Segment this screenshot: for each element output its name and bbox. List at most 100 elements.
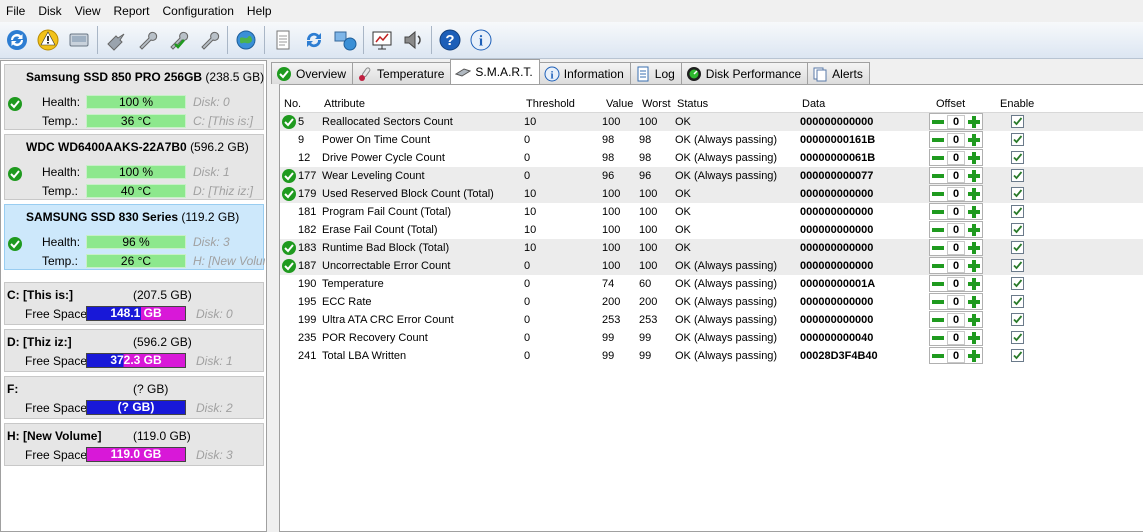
menu-file[interactable]: File [4,4,36,18]
plus-icon[interactable] [967,259,981,273]
enable-checkbox[interactable] [1011,187,1024,200]
menu-disk[interactable]: Disk [36,4,72,18]
minus-icon[interactable] [931,295,945,309]
table-row[interactable]: 177 Wear Leveling Count 0 96 96 OK (Always pa… [280,167,1143,185]
minus-icon[interactable] [931,169,945,183]
tab-alerts[interactable]: Alerts [807,62,870,84]
menu-configuration[interactable]: Configuration [161,4,245,18]
col-attribute[interactable]: Attribute [324,98,365,110]
col-offset[interactable]: Offset [936,98,965,110]
plus-icon[interactable] [967,169,981,183]
health-alert-icon[interactable] [34,26,62,54]
plus-icon[interactable] [967,133,981,147]
plus-icon[interactable] [967,313,981,327]
help-icon[interactable]: ? [436,26,464,54]
enable-checkbox[interactable] [1011,223,1024,236]
offset-value[interactable]: 0 [947,313,965,327]
table-row[interactable]: 235 POR Recovery Count 0 99 99 OK (Always pas… [280,329,1143,347]
drive-card-h[interactable]: H: [New Volume] (119.0 GB) Free Space 11… [4,423,264,466]
plus-icon[interactable] [967,223,981,237]
table-row[interactable]: 182 Erase Fail Count (Total) 10 100 100 OK 000… [280,221,1143,239]
col-worst[interactable]: Worst [642,98,671,110]
wrench-icon[interactable] [133,26,161,54]
minus-icon[interactable] [931,187,945,201]
plus-icon[interactable] [967,295,981,309]
tab-log[interactable]: Log [629,62,682,84]
minus-icon[interactable] [931,115,945,129]
enable-checkbox[interactable] [1011,151,1024,164]
disk-card-0[interactable]: Samsung SSD 850 PRO 256GB (238.5 GB) Hea… [4,64,264,130]
menu-report[interactable]: Report [111,4,160,18]
col-status[interactable]: Status [677,98,708,110]
col-value[interactable]: Value [606,98,633,110]
drive-card-f[interactable]: F: (? GB) Free Space (? GB) Disk: 2 [4,376,264,419]
minus-icon[interactable] [931,205,945,219]
wrench-x-icon[interactable] [195,26,223,54]
minus-icon[interactable] [931,223,945,237]
drive-card-d[interactable]: D: [Thiz iz:] (596.2 GB) Free Space 372.… [4,329,264,372]
drive-card-c[interactable]: C: [This is:] (207.5 GB) Free Space 148.… [4,282,264,325]
minus-icon[interactable] [931,241,945,255]
offset-value[interactable]: 0 [947,169,965,183]
offset-value[interactable]: 0 [947,259,965,273]
offset-value[interactable]: 0 [947,151,965,165]
plus-icon[interactable] [967,349,981,363]
table-row[interactable]: 179 Used Reserved Block Count (Total) 10 10… [280,185,1143,203]
enable-checkbox[interactable] [1011,205,1024,218]
offset-value[interactable]: 0 [947,115,965,129]
plus-icon[interactable] [967,151,981,165]
offset-value[interactable]: 0 [947,187,965,201]
disk-card-1[interactable]: WDC WD6400AAKS-22A7B0 (596.2 GB) Health:… [4,134,264,200]
enable-checkbox[interactable] [1011,241,1024,254]
table-row[interactable]: 181 Program Fail Count (Total) 10 100 100 OK 0… [280,203,1143,221]
enable-checkbox[interactable] [1011,295,1024,308]
wrench-check-icon[interactable] [164,26,192,54]
plus-icon[interactable] [967,241,981,255]
enable-checkbox[interactable] [1011,349,1024,362]
table-row[interactable]: 9 Power On Time Count 0 98 98 OK (Always pass… [280,131,1143,149]
offset-value[interactable]: 0 [947,349,965,363]
info-icon[interactable]: i [467,26,495,54]
minus-icon[interactable] [931,277,945,291]
minus-icon[interactable] [931,349,945,363]
enable-checkbox[interactable] [1011,313,1024,326]
offset-value[interactable]: 0 [947,331,965,345]
col-no[interactable]: No. [284,98,301,110]
enable-checkbox[interactable] [1011,169,1024,182]
offset-value[interactable]: 0 [947,241,965,255]
enable-checkbox[interactable] [1011,259,1024,272]
notepad-icon[interactable] [269,26,297,54]
enable-checkbox[interactable] [1011,277,1024,290]
network-icon[interactable] [331,26,359,54]
disk-card-2[interactable]: SAMSUNG SSD 830 Series (119.2 GB) Health… [4,204,265,270]
presentation-icon[interactable] [368,26,396,54]
plus-icon[interactable] [967,277,981,291]
minus-icon[interactable] [931,313,945,327]
table-row[interactable]: 12 Drive Power Cycle Count 0 98 98 OK (Always… [280,149,1143,167]
globe-icon[interactable] [232,26,260,54]
minus-icon[interactable] [931,331,945,345]
table-row[interactable]: 183 Runtime Bad Block (Total) 10 100 100 OK 00… [280,239,1143,257]
enable-checkbox[interactable] [1011,331,1024,344]
enable-checkbox[interactable] [1011,133,1024,146]
offset-value[interactable]: 0 [947,205,965,219]
plus-icon[interactable] [967,331,981,345]
tab-temperature[interactable]: Temperature [352,62,452,84]
menu-view[interactable]: View [73,4,112,18]
disk-icon[interactable] [65,26,93,54]
offset-value[interactable]: 0 [947,133,965,147]
offset-value[interactable]: 0 [947,223,965,237]
minus-icon[interactable] [931,133,945,147]
table-row[interactable]: 195 ECC Rate 0 200 200 OK (Always passing) 000… [280,293,1143,311]
speaker-icon[interactable] [399,26,427,54]
wrench-group-icon[interactable] [102,26,130,54]
plus-icon[interactable] [967,205,981,219]
menu-help[interactable]: Help [245,4,283,18]
plus-icon[interactable] [967,115,981,129]
offset-value[interactable]: 0 [947,277,965,291]
tab-disk-performance[interactable]: Disk Performance [680,62,809,84]
minus-icon[interactable] [931,259,945,273]
table-row[interactable]: 199 Ultra ATA CRC Error Count 0 253 253 OK (A… [280,311,1143,329]
col-data[interactable]: Data [802,98,825,110]
plus-icon[interactable] [967,187,981,201]
